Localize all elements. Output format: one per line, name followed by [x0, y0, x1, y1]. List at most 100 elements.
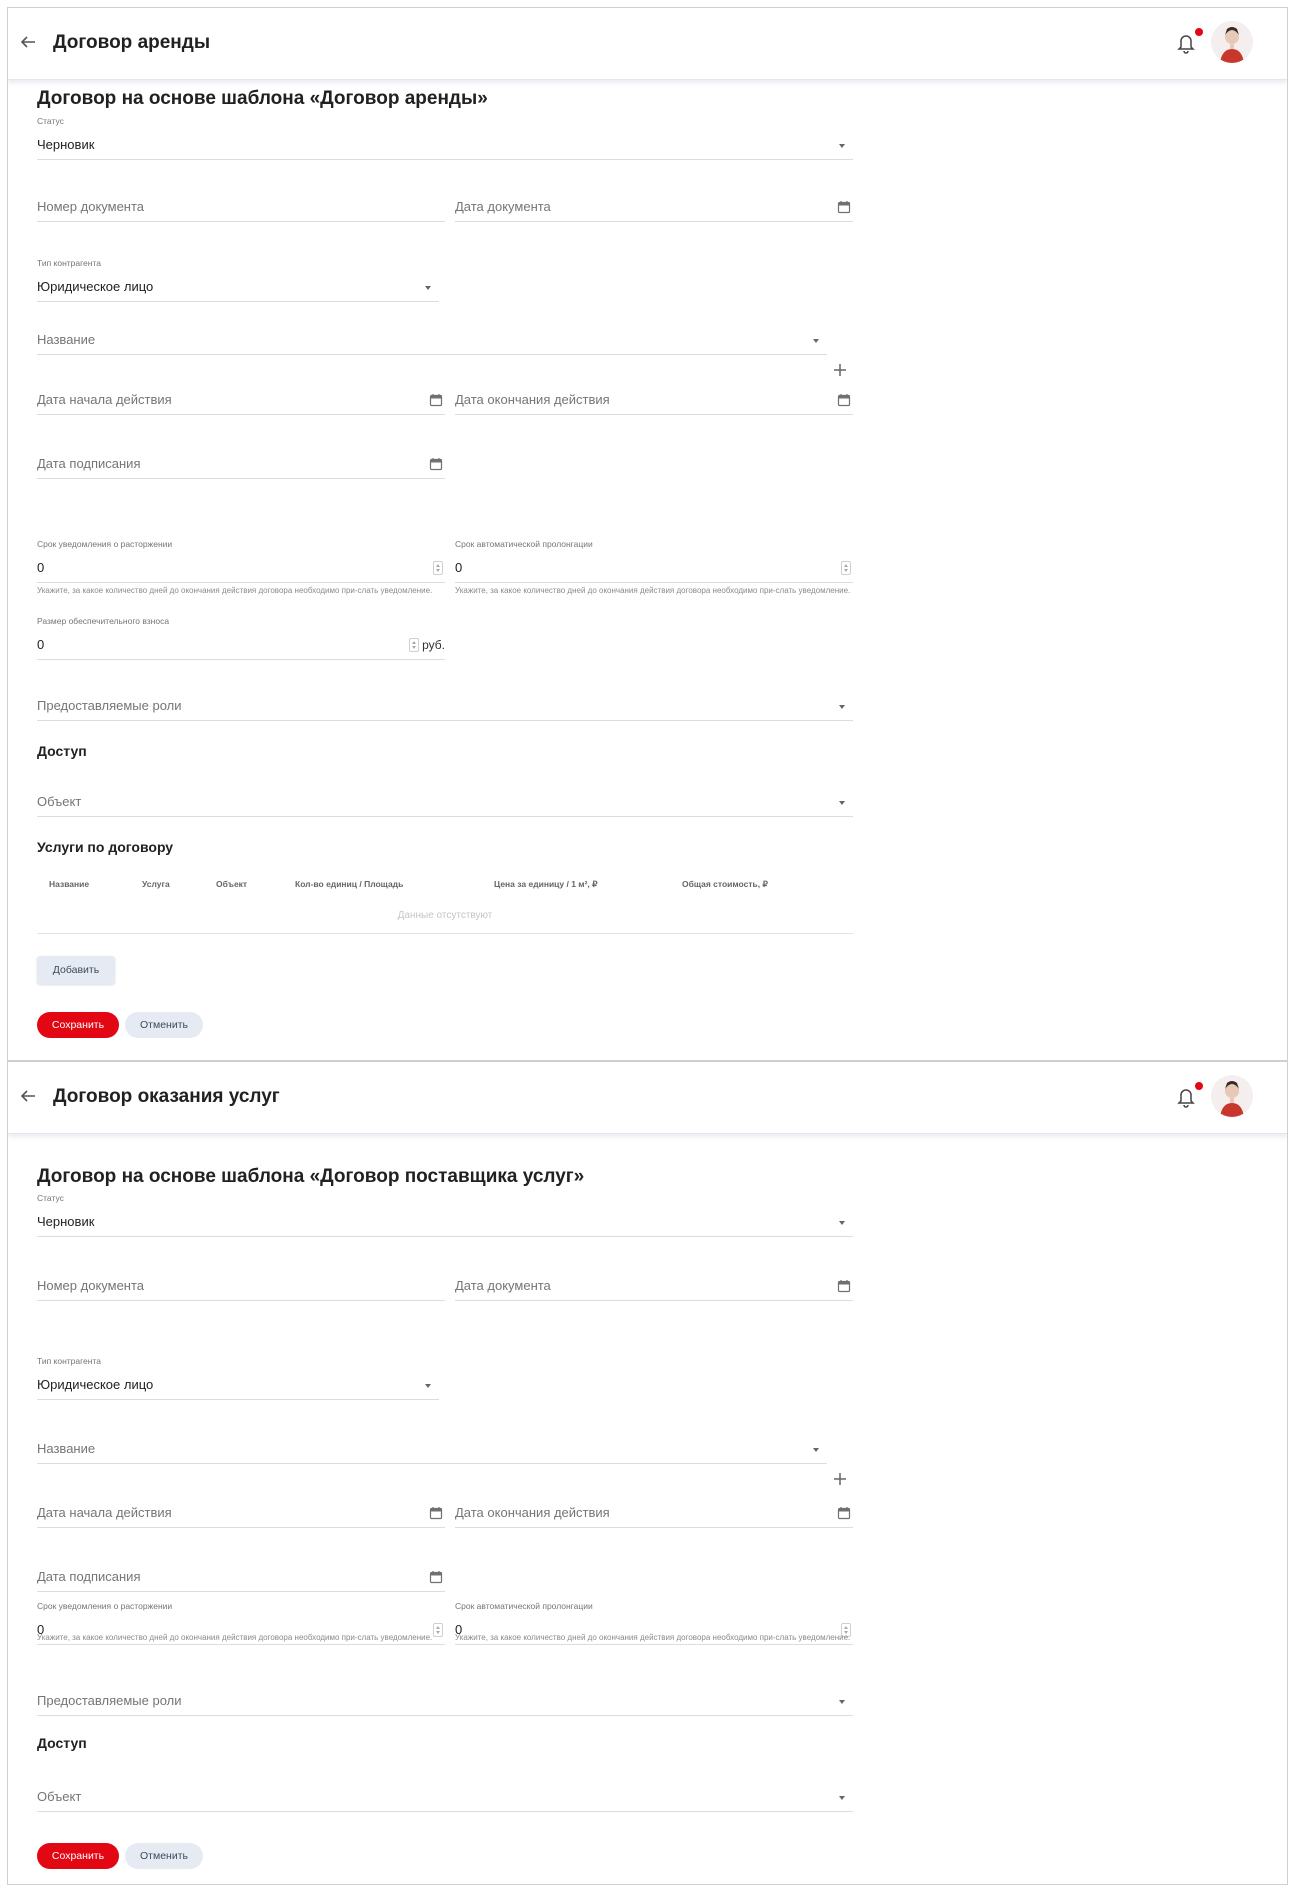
status-select[interactable]: Статус Черновик	[37, 116, 853, 160]
chevron-down-icon	[839, 801, 845, 805]
termination-notice-label: Срок уведомления о расторжении	[37, 1601, 173, 1611]
app-title: Договор оказания услуг	[53, 1086, 280, 1107]
save-button[interactable]: Сохранить	[37, 1843, 119, 1869]
name-select[interactable]: Название	[37, 325, 827, 355]
doc-date-input[interactable]: Дата документа	[455, 1271, 853, 1301]
auto-prolongation-label: Срок автоматической пролонгации	[455, 539, 593, 549]
table-header: Название Услуга Объект Кол-во единиц / П…	[37, 870, 853, 898]
status-label: Статус	[37, 1193, 64, 1203]
counterparty-type-select[interactable]: Тип контрагента Юридическое лицо	[37, 1356, 439, 1400]
avatar[interactable]	[1211, 21, 1253, 63]
roles-select[interactable]: Предоставляемые роли	[37, 691, 853, 721]
calendar-icon[interactable]	[429, 1570, 443, 1584]
start-date-placeholder: Дата начала действия	[37, 1505, 172, 1520]
counterparty-type-label: Тип контрагента	[37, 258, 101, 268]
end-date-input[interactable]: Дата окончания действия	[455, 1498, 853, 1528]
counterparty-type-select[interactable]: Тип контрагента Юридическое лицо	[37, 258, 439, 302]
plus-icon[interactable]	[833, 1472, 847, 1486]
column-header[interactable]: Кол-во единиц / Площадь	[295, 879, 403, 889]
counterparty-type-label: Тип контрагента	[37, 1356, 101, 1366]
roles-select[interactable]: Предоставляемые роли	[37, 1686, 853, 1716]
column-header[interactable]: Объект	[216, 879, 247, 889]
doc-date-placeholder: Дата документа	[455, 1278, 551, 1293]
status-select[interactable]: Статус Черновик	[37, 1193, 853, 1237]
avatar[interactable]	[1211, 1075, 1253, 1117]
save-button[interactable]: Сохранить	[37, 1012, 119, 1038]
doc-number-input[interactable]: Номер документа	[37, 192, 445, 222]
cancel-button[interactable]: Отменить	[125, 1012, 203, 1038]
name-placeholder: Название	[37, 1441, 96, 1456]
chevron-down-icon	[813, 339, 819, 343]
object-placeholder: Объект	[37, 794, 82, 809]
add-service-button[interactable]: Добавить	[37, 956, 115, 984]
calendar-icon[interactable]	[429, 393, 443, 407]
cancel-button[interactable]: Отменить	[125, 1843, 203, 1869]
start-date-input[interactable]: Дата начала действия	[37, 385, 445, 415]
column-header[interactable]: Цена за единицу / 1 м², ₽	[494, 879, 598, 890]
rental-contract-panel: Договор аренды Договор на основе шаблона…	[7, 7, 1288, 1061]
chevron-down-icon	[839, 144, 845, 148]
termination-notice-label: Срок уведомления о расторжении	[37, 539, 173, 549]
plus-icon[interactable]	[833, 363, 847, 377]
end-date-placeholder: Дата окончания действия	[455, 392, 610, 407]
chevron-down-icon	[425, 286, 431, 290]
column-header[interactable]: Услуга	[142, 879, 170, 889]
stepper-icon[interactable]	[841, 561, 851, 575]
end-date-input[interactable]: Дата окончания действия	[455, 385, 853, 415]
calendar-icon[interactable]	[837, 1506, 851, 1520]
roles-placeholder: Предоставляемые роли	[37, 698, 182, 713]
status-value: Черновик	[37, 1214, 95, 1229]
name-select[interactable]: Название	[37, 1434, 827, 1464]
bell-icon[interactable]	[1175, 1085, 1197, 1109]
back-arrow-icon[interactable]	[18, 32, 38, 52]
services-table: Название Услуга Объект Кол-во единиц / П…	[37, 870, 853, 934]
termination-notice-input[interactable]: Срок уведомления о расторжении 0	[37, 539, 445, 583]
counterparty-type-value: Юридическое лицо	[37, 1377, 154, 1392]
sign-date-input[interactable]: Дата подписания	[37, 449, 445, 479]
roles-placeholder: Предоставляемые роли	[37, 1693, 182, 1708]
object-select[interactable]: Объект	[37, 1782, 853, 1812]
termination-notice-hint: Укажите, за какое количество дней до око…	[37, 586, 433, 595]
calendar-icon[interactable]	[837, 393, 851, 407]
counterparty-type-value: Юридическое лицо	[37, 279, 154, 294]
sign-date-placeholder: Дата подписания	[37, 456, 141, 471]
status-value: Черновик	[37, 137, 95, 152]
name-placeholder: Название	[37, 332, 96, 347]
stepper-icon[interactable]	[433, 561, 443, 575]
access-section-title: Доступ	[37, 1735, 87, 1751]
object-select[interactable]: Объект	[37, 787, 853, 817]
chevron-down-icon	[813, 1448, 819, 1452]
column-header[interactable]: Общая стоимость, ₽	[682, 879, 768, 890]
chevron-down-icon	[839, 1700, 845, 1704]
app-header: Договор оказания услуг	[8, 1062, 1287, 1134]
doc-number-input[interactable]: Номер документа	[37, 1271, 445, 1301]
deposit-input[interactable]: Размер обеспечительного взноса 0 руб.	[37, 616, 445, 660]
start-date-placeholder: Дата начала действия	[37, 392, 172, 407]
auto-prolongation-input[interactable]: Срок автоматической пролонгации 0	[455, 539, 853, 583]
calendar-icon[interactable]	[429, 457, 443, 471]
bell-icon[interactable]	[1175, 31, 1197, 55]
auto-prolongation-label: Срок автоматической пролонгации	[455, 1601, 593, 1611]
column-header[interactable]: Название	[49, 879, 89, 889]
auto-prolongation-value: 0	[455, 560, 463, 575]
doc-number-placeholder: Номер документа	[37, 1278, 145, 1293]
page-title: Договор на основе шаблона «Договор поста…	[37, 1166, 585, 1187]
sign-date-input[interactable]: Дата подписания	[37, 1562, 445, 1592]
deposit-label: Размер обеспечительного взноса	[37, 616, 170, 626]
calendar-icon[interactable]	[429, 1506, 443, 1520]
start-date-input[interactable]: Дата начала действия	[37, 1498, 445, 1528]
calendar-icon[interactable]	[837, 1279, 851, 1293]
stepper-icon[interactable]	[409, 638, 419, 652]
doc-number-placeholder: Номер документа	[37, 199, 145, 214]
sign-date-placeholder: Дата подписания	[37, 1569, 141, 1584]
object-placeholder: Объект	[37, 1789, 82, 1804]
status-label: Статус	[37, 116, 64, 126]
calendar-icon[interactable]	[837, 200, 851, 214]
page-title: Договор на основе шаблона «Договор аренд…	[37, 88, 488, 109]
chevron-down-icon	[839, 705, 845, 709]
services-section-title: Услуги по договору	[37, 839, 174, 855]
doc-date-input[interactable]: Дата документа	[455, 192, 853, 222]
doc-date-placeholder: Дата документа	[455, 199, 551, 214]
chevron-down-icon	[425, 1384, 431, 1388]
back-arrow-icon[interactable]	[18, 1086, 38, 1106]
